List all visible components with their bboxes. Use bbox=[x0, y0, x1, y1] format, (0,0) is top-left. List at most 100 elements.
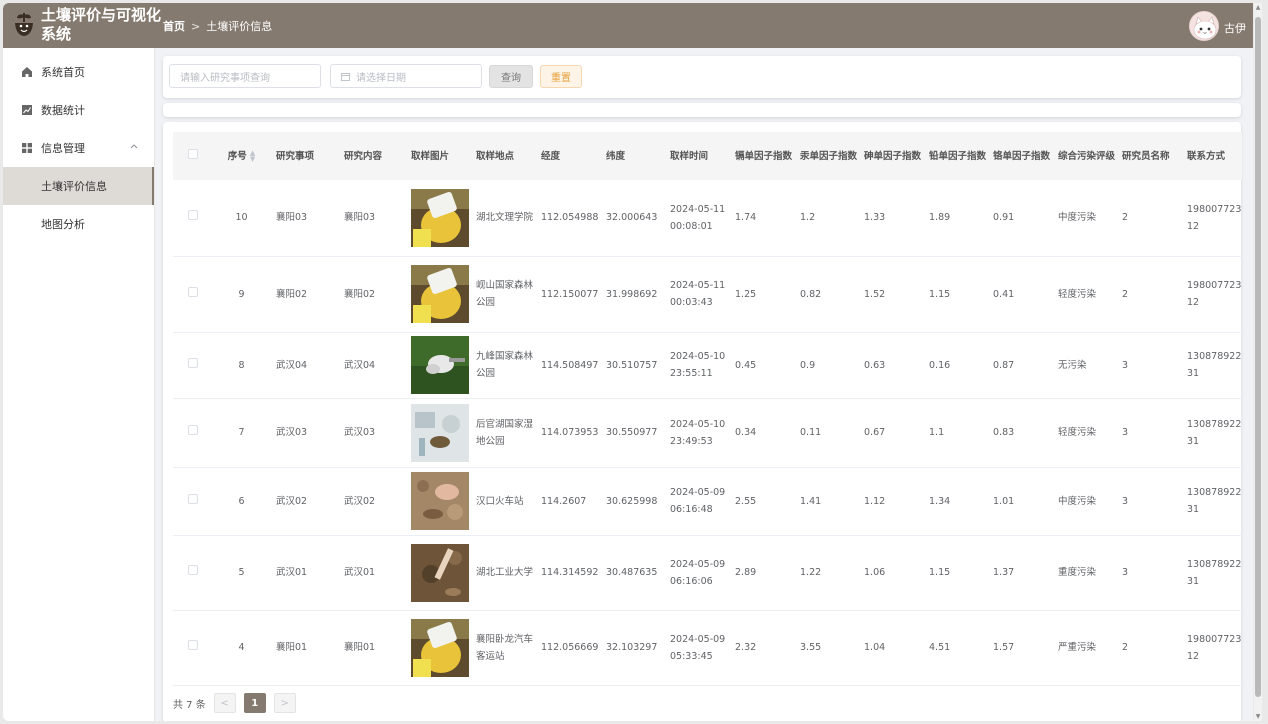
table-header-row: 序号 ▲ ▼ 研究事项 研究内容 取样图片 取样地点 经度 纬度 取样时间 镉单因子… bbox=[173, 132, 1242, 180]
page-number[interactable]: 1 bbox=[243, 693, 266, 713]
cell-cr: 0.41 bbox=[987, 256, 1052, 333]
cell-pb: 4.51 bbox=[923, 610, 987, 686]
cell-cd: 0.34 bbox=[729, 398, 794, 468]
cell-cr: 1.01 bbox=[987, 467, 1052, 536]
sample-photo[interactable] bbox=[411, 543, 469, 602]
cell-hg: 3.55 bbox=[794, 610, 858, 686]
cell-item: 武汉04 bbox=[270, 332, 338, 399]
row-checkbox[interactable] bbox=[188, 357, 198, 368]
cell-id: 5 bbox=[213, 535, 270, 611]
cell-level: 轻度污染 bbox=[1052, 256, 1116, 333]
table-row: 4 襄阳01 襄阳01 襄阳卧龙汽车客运站 112.056669 32.103297 202… bbox=[173, 610, 1242, 686]
cell-hg: 0.82 bbox=[794, 256, 858, 333]
sort-icon[interactable]: ▲ ▼ bbox=[250, 150, 255, 163]
sample-photo[interactable] bbox=[411, 336, 469, 394]
row-checkbox[interactable] bbox=[188, 210, 198, 221]
row-checkbox[interactable] bbox=[188, 425, 198, 435]
search-input[interactable]: 请输入研究事项查询 bbox=[169, 64, 321, 88]
cell-hg: 0.11 bbox=[794, 398, 858, 468]
cell-cr: 1.57 bbox=[987, 610, 1052, 686]
prev-page-button[interactable]: < bbox=[213, 693, 236, 713]
scrollbar[interactable]: ▲ ▼ bbox=[1254, 3, 1262, 721]
sample-photo[interactable] bbox=[411, 472, 469, 530]
cell-researcher: 2 bbox=[1116, 610, 1181, 686]
query-button[interactable]: 查询 bbox=[489, 65, 533, 88]
pagination: 共 7 条 < 1 > bbox=[173, 693, 296, 713]
breadcrumb-home[interactable]: 首页 bbox=[163, 18, 185, 34]
scrollbar-thumb[interactable] bbox=[1255, 17, 1261, 697]
cell-pb: 1.1 bbox=[923, 398, 987, 468]
date-picker[interactable]: 请选择日期 bbox=[330, 64, 482, 88]
column-header: 经度 bbox=[541, 150, 561, 162]
cell-phone: 19800772312 bbox=[1181, 256, 1242, 333]
cell-id: 6 bbox=[213, 467, 270, 536]
avatar[interactable] bbox=[1189, 11, 1219, 41]
cell-time: 2024-05-09 06:16:06 bbox=[664, 535, 729, 611]
column-header[interactable]: 序号 bbox=[228, 151, 247, 162]
row-checkbox[interactable] bbox=[188, 286, 198, 297]
cell-lng: 114.508497 bbox=[535, 332, 600, 399]
cell-pb: 1.89 bbox=[923, 180, 987, 257]
cell-item: 武汉03 bbox=[270, 398, 338, 468]
sidebar-item-info-management[interactable]: 信息管理 bbox=[3, 129, 154, 167]
cell-time: 2024-05-11 00:03:43 bbox=[664, 256, 729, 333]
sample-photo[interactable] bbox=[411, 403, 469, 462]
row-checkbox[interactable] bbox=[188, 493, 198, 504]
row-checkbox[interactable] bbox=[188, 640, 198, 650]
column-header: 铅单因子指数 bbox=[929, 150, 987, 162]
cell-image bbox=[405, 610, 470, 686]
date-placeholder: 请选择日期 bbox=[356, 72, 406, 84]
scroll-down-arrow[interactable]: ▼ bbox=[1254, 713, 1262, 720]
sidebar-item-stats[interactable]: 数据统计 bbox=[3, 91, 154, 129]
select-all-checkbox[interactable] bbox=[188, 148, 198, 159]
cell-lat: 30.550977 bbox=[600, 398, 664, 468]
cell-lng: 114.314592 bbox=[535, 535, 600, 611]
sidebar-item-home[interactable]: 系统首页 bbox=[3, 53, 154, 91]
reset-button[interactable]: 重置 bbox=[540, 65, 582, 88]
avatar-cat-icon bbox=[1190, 12, 1218, 40]
cell-as: 1.04 bbox=[858, 610, 923, 686]
scroll-up-arrow[interactable]: ▲ bbox=[1254, 4, 1262, 11]
grid-icon bbox=[22, 143, 32, 153]
app-title: 土壤评价与可视化系统 bbox=[41, 6, 162, 43]
cell-as: 0.67 bbox=[858, 398, 923, 468]
row-checkbox[interactable] bbox=[188, 565, 198, 575]
sidebar-item-map-analysis[interactable]: 地图分析 bbox=[3, 205, 154, 243]
cell-cd: 2.55 bbox=[729, 467, 794, 536]
cell-researcher: 3 bbox=[1116, 535, 1181, 611]
cell-lng: 112.054988 bbox=[535, 180, 600, 257]
cell-cd: 0.45 bbox=[729, 332, 794, 399]
sidebar-item-soil-evaluation[interactable]: 土壤评价信息 bbox=[3, 167, 154, 205]
logo-icon bbox=[15, 13, 33, 36]
cell-time: 2024-05-11 00:08:01 bbox=[664, 180, 729, 257]
cell-id: 9 bbox=[213, 256, 270, 333]
data-table: 序号 ▲ ▼ 研究事项 研究内容 取样图片 取样地点 经度 纬度 取样时间 镉单因子… bbox=[173, 132, 1242, 686]
cell-id: 8 bbox=[213, 332, 270, 399]
column-header: 汞单因子指数 bbox=[800, 150, 858, 162]
total-count: 共 7 条 bbox=[173, 699, 206, 711]
cell-phone: 19800772312 bbox=[1181, 180, 1242, 257]
cell-item: 襄阳01 bbox=[270, 610, 338, 686]
cell-content: 襄阳03 bbox=[338, 180, 405, 257]
cell-content: 武汉01 bbox=[338, 535, 405, 611]
sample-photo[interactable] bbox=[411, 618, 469, 677]
sample-photo[interactable] bbox=[411, 265, 469, 323]
cell-phone: 13087892231 bbox=[1181, 467, 1242, 536]
next-page-button[interactable]: > bbox=[273, 693, 296, 713]
cell-image bbox=[405, 180, 470, 257]
cell-hg: 1.41 bbox=[794, 467, 858, 536]
cell-time: 2024-05-09 05:33:45 bbox=[664, 610, 729, 686]
cell-lng: 112.150077 bbox=[535, 256, 600, 333]
cell-lat: 30.487635 bbox=[600, 535, 664, 611]
main-content: 请输入研究事项查询 请选择日期 查询 重置 序号 ▲ ▼ 研究事项 研究内容 取… bbox=[155, 48, 1253, 721]
cell-pb: 1.15 bbox=[923, 535, 987, 611]
search-placeholder: 请输入研究事项查询 bbox=[180, 72, 270, 84]
cell-place: 汉口火车站 bbox=[470, 467, 535, 536]
sidebar-item-label: 土壤评价信息 bbox=[41, 180, 107, 193]
column-header: 纬度 bbox=[606, 150, 626, 162]
cell-level: 中度污染 bbox=[1052, 180, 1116, 257]
user-name[interactable]: 古伊 bbox=[1224, 20, 1246, 36]
cell-image bbox=[405, 332, 470, 399]
sample-photo[interactable] bbox=[411, 188, 469, 247]
table-row: 10 襄阳03 襄阳03 湖北文理学院 112.054988 32.000643 2024-… bbox=[173, 180, 1242, 257]
